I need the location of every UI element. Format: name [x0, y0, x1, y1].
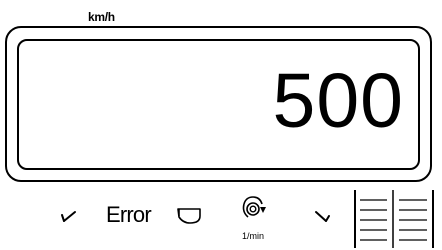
- chevron-down-left-icon[interactable]: [60, 206, 78, 224]
- display-panel: 500: [17, 39, 420, 170]
- display-value: 500: [272, 58, 404, 144]
- unit-label: km/h: [88, 10, 115, 24]
- level-bars-icon[interactable]: [354, 190, 434, 248]
- rpm-unit-label: 1/min: [242, 231, 265, 241]
- chevron-down-right-icon[interactable]: [314, 206, 332, 224]
- rotation-icon[interactable]: [238, 194, 268, 226]
- error-label: Error: [106, 202, 152, 227]
- hopper-icon[interactable]: [176, 206, 206, 226]
